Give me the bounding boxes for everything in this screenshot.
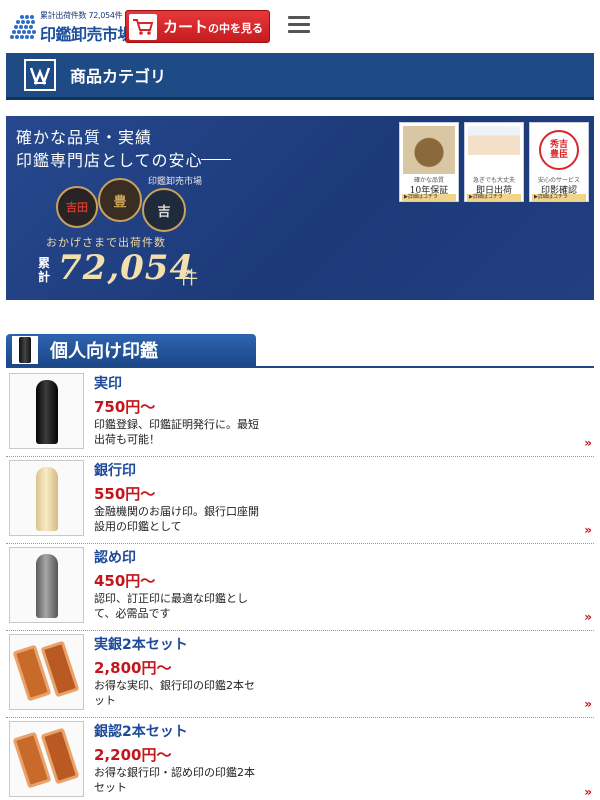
cart-icon	[129, 13, 157, 40]
menu-icon[interactable]	[288, 16, 310, 36]
feature-guarantee[interactable]: 確かな品質 10年保証 ▶詳細はコチラ	[399, 122, 459, 202]
product-name: 銀認2本セット	[94, 724, 188, 740]
product-name: 銀行印	[94, 463, 136, 479]
banner-cumulative-label: 累計	[38, 256, 51, 284]
seal-image-2: 豊	[98, 178, 142, 222]
product-name: 実印	[94, 376, 122, 392]
product-description: 認印、訂正印に最適な印鑑として、必需品です	[94, 592, 248, 620]
product-thumb-case-set	[9, 634, 84, 710]
logo-title: 印鑑卸売市場	[40, 25, 134, 44]
product-thumb-black-seal	[9, 373, 84, 449]
section-title: 個人向け印鑑	[50, 341, 158, 362]
feature-more-link[interactable]: ▶詳細はコチラ	[402, 194, 456, 201]
product-item[interactable]: 実銀2本セット 2,800円〜 お得な実印、銀行印の印鑑2本セット »	[6, 631, 594, 718]
product-description: 金融機関のお届け印。銀行口座開設用の印鑑として	[94, 505, 259, 533]
feature-same-day-shipping[interactable]: 急ぎでも大丈夫 即日出荷 ▶詳細はコチラ	[464, 122, 524, 202]
seal-image-1: 吉田	[56, 186, 98, 228]
chevron-right-icon: »	[584, 523, 592, 537]
section-tab: 個人向け印鑑	[6, 334, 256, 366]
product-item[interactable]: 銀認2本セット 2,200円〜 お得な銀行印・認め印の印鑑2本セット »	[6, 718, 594, 800]
product-thumb-ivory-seal	[9, 460, 84, 536]
product-thumb-case-set	[9, 721, 84, 797]
banner-shipment-count: 72,054	[58, 248, 195, 288]
seal-stamp-icon	[403, 126, 455, 174]
product-price: 750円〜	[94, 398, 156, 416]
product-item[interactable]: 実印 750円〜 印鑑登録、印鑑証明発行に。最短出荷も可能！ »	[6, 370, 594, 457]
banner-count-unit: 件	[180, 268, 198, 289]
product-item[interactable]: 銀行印 550円〜 金融機関のお届け印。銀行口座開設用の印鑑として »	[6, 457, 594, 544]
product-name: 実銀2本セット	[94, 637, 188, 653]
logo-dots-icon	[10, 15, 36, 39]
product-price: 550円〜	[94, 485, 156, 503]
banner-note-mark: ※	[182, 255, 188, 263]
cart-button-label: カートの中を見る	[163, 18, 264, 36]
feature-more-link[interactable]: ▶詳細はコチラ	[467, 194, 521, 201]
product-thumb-gray-seal	[9, 547, 84, 623]
site-logo[interactable]: 累計出荷件数 72,054件 印鑑卸売市場	[8, 8, 134, 44]
chevron-right-icon: »	[584, 610, 592, 624]
category-title: 商品カテゴリ	[70, 67, 167, 86]
category-logo-icon	[24, 59, 56, 91]
product-price: 450円〜	[94, 572, 156, 590]
product-description: 印鑑登録、印鑑証明発行に。最短出荷も可能！	[94, 418, 259, 446]
chevron-right-icon: »	[584, 697, 592, 711]
banner-divider	[201, 159, 231, 160]
banner-headline-2: 印鑑専門店としての安心	[16, 151, 203, 170]
logo-shipment-count: 累計出荷件数 72,054件	[40, 11, 123, 20]
view-cart-button[interactable]: カートの中を見る	[125, 10, 270, 43]
seal-imprint-icon: 秀吉豊臣	[533, 126, 585, 174]
craftsman-icon	[468, 126, 520, 174]
section-heading: 個人向け印鑑	[6, 334, 594, 368]
seal-stick-icon	[12, 336, 38, 364]
product-description: お得な銀行印・認め印の印鑑2本セット	[94, 766, 255, 794]
product-list: 実印 750円〜 印鑑登録、印鑑証明発行に。最短出荷も可能！ » 銀行印 550…	[6, 370, 594, 800]
chevron-right-icon: »	[584, 785, 592, 799]
site-header: 累計出荷件数 72,054件 印鑑卸売市場 カートの中を見る	[0, 0, 600, 52]
chevron-right-icon: »	[584, 436, 592, 450]
seal-image-3: 吉	[142, 188, 186, 232]
feature-more-link[interactable]: ▶詳細はコチラ	[532, 194, 586, 201]
feature-imprint-check[interactable]: 秀吉豊臣 安心のサービス 印影確認 ▶詳細はコチラ	[529, 122, 589, 202]
product-price: 2,800円〜	[94, 659, 172, 677]
product-item[interactable]: 認め印 450円〜 認印、訂正印に最適な印鑑として、必需品です »	[6, 544, 594, 631]
promo-banner[interactable]: 確かな品質・実績 印鑑専門店としての安心 印鑑卸売市場 吉田 豊 吉 おかげさま…	[6, 116, 594, 300]
category-menu-bar[interactable]: 商品カテゴリ	[6, 53, 594, 100]
banner-shop-name: 印鑑卸売市場	[148, 177, 203, 187]
product-description: お得な実印、銀行印の印鑑2本セット	[94, 679, 255, 707]
product-name: 認め印	[94, 550, 136, 566]
product-price: 2,200円〜	[94, 746, 172, 764]
banner-headline-1: 確かな品質・実績	[16, 128, 153, 147]
